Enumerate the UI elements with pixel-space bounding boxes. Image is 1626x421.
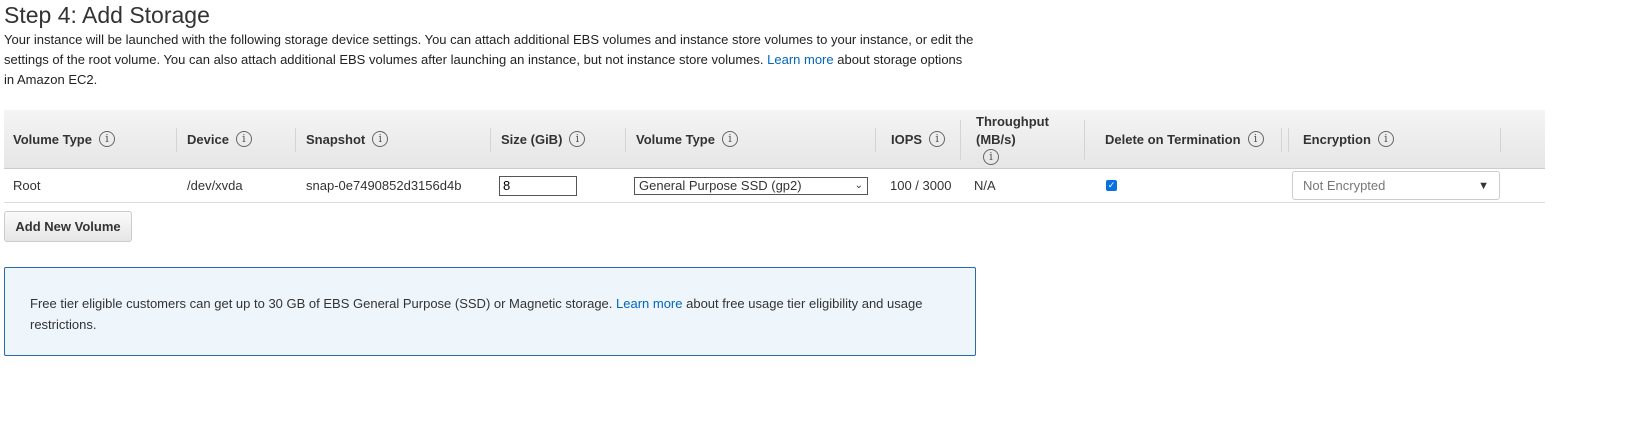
volume-type-cell: Root	[13, 178, 41, 193]
info-icon[interactable]: i	[929, 131, 946, 147]
col-iops: IOPS i	[882, 110, 946, 168]
divider	[1084, 120, 1094, 160]
divider	[960, 120, 970, 160]
delete-on-termination-checkbox[interactable]: ✓	[1106, 180, 1117, 191]
col-label: Delete on Termination	[1105, 131, 1241, 147]
volume-type-select[interactable]: General Purpose SSD (gp2) ⌄	[634, 176, 868, 195]
info-icon[interactable]: i	[98, 131, 115, 147]
col-label: Device	[187, 131, 229, 147]
free-tier-learn-more-link[interactable]: Learn more	[616, 296, 682, 311]
note-text: Free tier eligible customers can get up …	[30, 296, 617, 311]
chevron-down-icon: ⌄	[854, 180, 863, 191]
free-tier-info-box: Free tier eligible customers can get up …	[4, 267, 976, 356]
col-delete-on-termination: Delete on Termination i	[1096, 110, 1264, 168]
info-icon[interactable]: i	[721, 131, 738, 147]
volume-type-value: General Purpose SSD (gp2)	[639, 178, 802, 193]
col-label: Snapshot	[306, 131, 366, 147]
table-row: Root /dev/xvda snap-0e7490852d3156d4b Ge…	[4, 169, 1545, 203]
info-icon[interactable]: i	[569, 131, 586, 147]
divider	[1288, 128, 1298, 152]
divider	[875, 128, 885, 152]
snapshot-cell: snap-0e7490852d3156d4b	[306, 178, 462, 193]
col-size: Size (GiB) i	[492, 110, 586, 168]
description: Your instance will be launched with the …	[4, 30, 974, 90]
col-label: Volume Type	[13, 131, 92, 147]
col-device: Device i	[178, 110, 252, 168]
info-icon[interactable]: i	[372, 131, 389, 147]
page-title: Step 4: Add Storage	[4, 2, 210, 28]
throughput-cell: N/A	[974, 178, 996, 193]
col-snapshot: Snapshot i	[297, 110, 389, 168]
info-icon[interactable]: i	[1247, 131, 1264, 147]
col-label: Size (GiB)	[501, 131, 563, 147]
encryption-value: Not Encrypted	[1303, 178, 1386, 193]
size-input[interactable]	[499, 175, 577, 196]
col-label: Throughput (MB/s)	[976, 114, 1049, 147]
col-encryption: Encryption i	[1294, 110, 1394, 168]
col-throughput: Throughput (MB/s) i	[967, 110, 1067, 168]
divider	[1500, 128, 1510, 152]
add-new-volume-button[interactable]: Add New Volume	[4, 211, 132, 242]
encryption-select[interactable]: Not Encrypted ▼	[1292, 171, 1500, 200]
divider	[295, 128, 305, 152]
caret-down-icon: ▼	[1478, 179, 1489, 192]
info-icon[interactable]: i	[1377, 131, 1394, 147]
col-label: Volume Type	[636, 131, 715, 147]
divider	[176, 128, 186, 152]
device-cell: /dev/xvda	[187, 178, 243, 193]
divider	[625, 128, 635, 152]
info-icon[interactable]: i	[983, 149, 999, 165]
info-icon[interactable]: i	[235, 131, 252, 147]
col-label: IOPS	[891, 131, 923, 147]
learn-more-link[interactable]: Learn more	[767, 52, 833, 67]
col-volume-type: Volume Type i	[4, 110, 115, 168]
col-volume-type-2: Volume Type i	[627, 110, 738, 168]
divider	[490, 128, 500, 152]
iops-cell: 100 / 3000	[890, 178, 952, 193]
table-header: Volume Type i Device i Snapshot i Size (GiB…	[4, 110, 1545, 169]
col-label: Encryption	[1303, 131, 1371, 147]
